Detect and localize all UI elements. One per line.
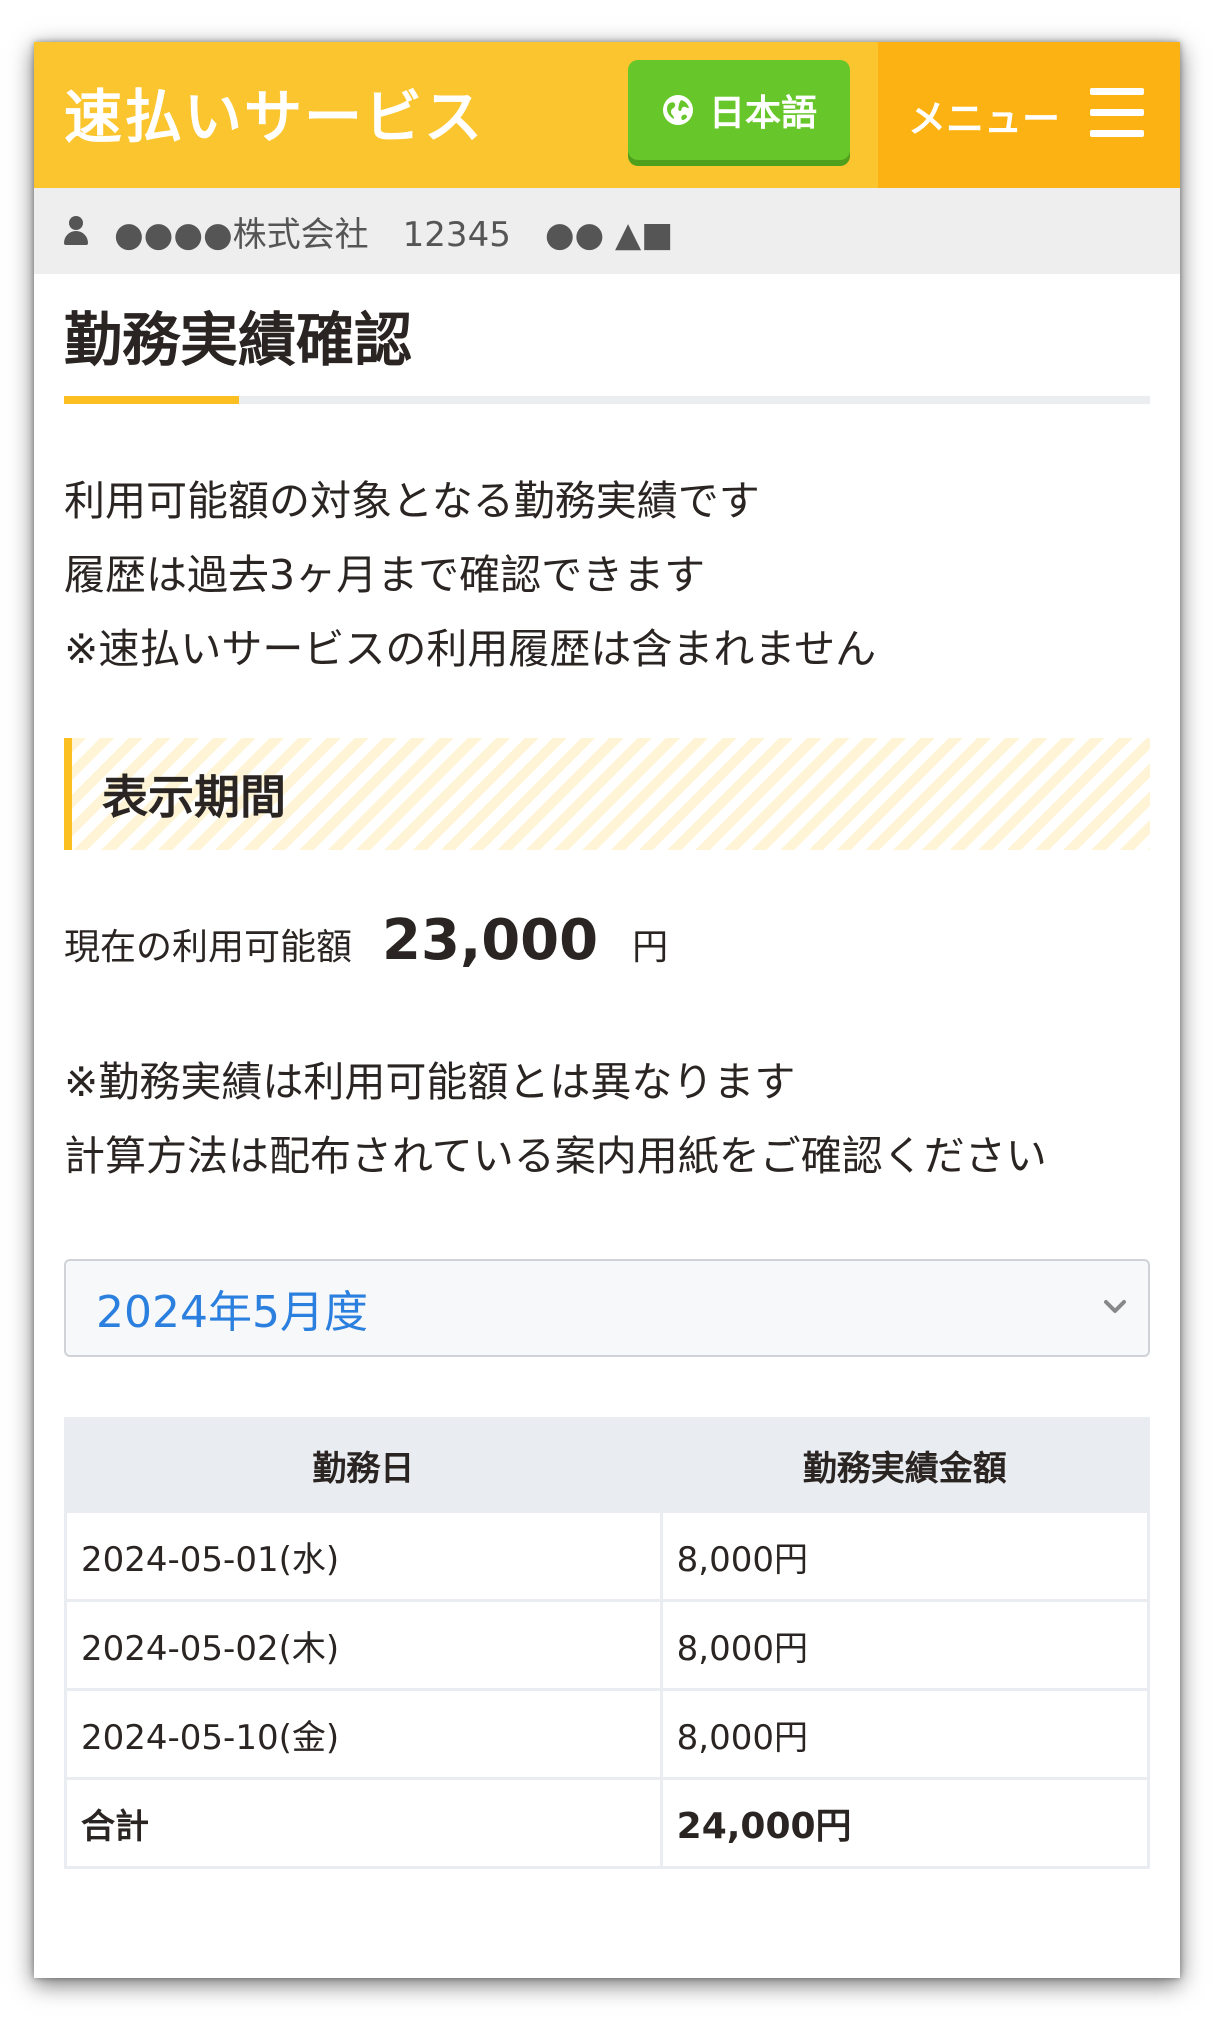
table-header-row: 勤務日 勤務実績金額 xyxy=(64,1417,1151,1513)
column-header-date: 勤務日 xyxy=(64,1417,663,1513)
intro-line: 利用可能額の対象となる勤務実績です xyxy=(64,477,760,525)
page-title: 勤務実績確認 xyxy=(64,306,413,374)
app-header: 速払いサービス 日本語 メニュー xyxy=(34,42,1180,188)
hamburger-icon xyxy=(1090,88,1144,142)
total-label: 合計 xyxy=(64,1777,663,1869)
work-date: 2024-05-01(水) xyxy=(64,1510,663,1602)
globe-icon xyxy=(662,95,693,125)
table-row: 2024-05-02(木) 8,000円 xyxy=(64,1599,1151,1691)
note-line: 計算方法は配布されている案内用紙をご確認ください xyxy=(64,1132,1047,1180)
user-icon xyxy=(64,216,88,246)
intro-line: ※速払いサービスの利用履歴は含まれません xyxy=(64,625,877,673)
title-underline-accent xyxy=(64,396,239,404)
display-period-section-header: 表示期間 xyxy=(64,738,1150,850)
main-content: 勤務実績確認 利用可能額の対象となる勤務実績です 履歴は過去3ヶ月まで確認できま… xyxy=(34,292,1180,1869)
available-amount-label: 現在の利用可能額 xyxy=(64,927,353,968)
available-amount-unit: 円 xyxy=(632,927,669,968)
available-amount: 現在の利用可能額 23,000 円 xyxy=(64,908,1150,973)
chevron-down-icon xyxy=(1104,1300,1126,1313)
work-amount: 8,000円 xyxy=(659,1599,1151,1691)
brand-logo[interactable]: 速払いサービス xyxy=(64,70,484,154)
user-info-text: ●●●●株式会社 12345 ●● ▲■ xyxy=(114,214,674,255)
title-underline xyxy=(64,396,1150,404)
work-results-table: 勤務日 勤務実績金額 2024-05-01(水) 8,000円 2024-05-… xyxy=(64,1417,1151,1869)
language-button-label: 日本語 xyxy=(708,93,817,134)
total-amount: 24,000円 xyxy=(659,1777,1151,1869)
table-total-row: 合計 24,000円 xyxy=(64,1777,1151,1869)
note-line: ※勤務実績は利用可能額とは異なります xyxy=(64,1058,796,1106)
menu-label: メニュー xyxy=(908,96,1061,141)
work-date: 2024-05-10(金) xyxy=(64,1688,663,1780)
period-select[interactable]: 2024年5月度 xyxy=(64,1259,1150,1357)
table-row: 2024-05-10(金) 8,000円 xyxy=(64,1688,1151,1780)
available-amount-value: 23,000 xyxy=(382,908,599,973)
work-amount: 8,000円 xyxy=(659,1688,1151,1780)
language-button[interactable]: 日本語 xyxy=(628,60,850,160)
table-row: 2024-05-01(水) 8,000円 xyxy=(64,1510,1151,1602)
intro-text: 利用可能額の対象となる勤務実績です 履歴は過去3ヶ月まで確認できます ※速払いサ… xyxy=(64,464,1150,686)
work-date: 2024-05-02(木) xyxy=(64,1599,663,1691)
column-header-amount: 勤務実績金額 xyxy=(659,1417,1151,1513)
period-select-value: 2024年5月度 xyxy=(96,1287,368,1338)
app-frame: 速払いサービス 日本語 メニュー ●●●●株式会社 12345 ●● ▲■ 勤務… xyxy=(34,42,1180,1978)
calculation-note: ※勤務実績は利用可能額とは異なります 計算方法は配布されている案内用紙をご確認く… xyxy=(64,1045,1150,1193)
section-title: 表示期間 xyxy=(102,770,286,824)
work-amount: 8,000円 xyxy=(659,1510,1151,1602)
intro-line: 履歴は過去3ヶ月まで確認できます xyxy=(64,551,706,599)
menu-button[interactable]: メニュー xyxy=(878,42,1180,188)
user-info-bar: ●●●●株式会社 12345 ●● ▲■ xyxy=(34,188,1180,274)
